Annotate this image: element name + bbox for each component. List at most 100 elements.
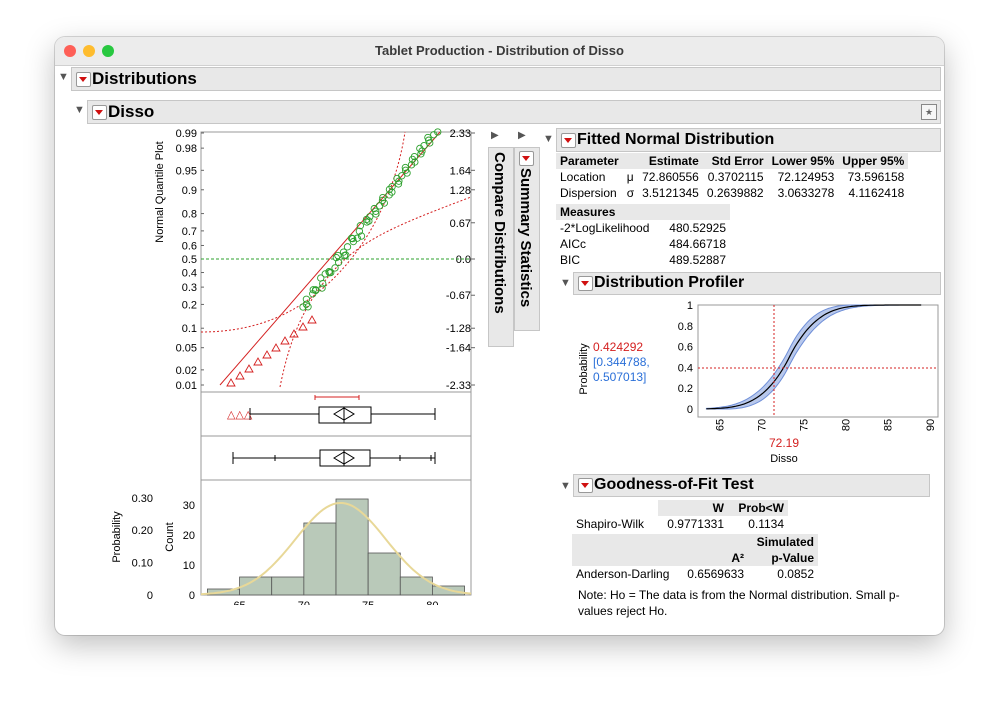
table-row: Anderson-Darling 0.6569633 0.0852 <box>576 567 814 581</box>
prob-tick-label: 0.99 <box>176 128 197 140</box>
table-row: -2*LogLikelihood 480.52925 <box>560 221 726 235</box>
prob-tick-label: 0.2 <box>182 299 197 311</box>
histogram-count-label: Count <box>164 522 176 551</box>
count-tick-label: 0 <box>189 590 195 602</box>
parameter-estimates-table: Parameter Estimate Std Error Lower 95% U… <box>556 153 909 201</box>
column-header: W <box>658 500 728 516</box>
table-row: Dispersion σ 3.5121345 0.2639882 3.063327… <box>560 186 905 200</box>
table-row: Shapiro-Wilk 0.9771331 0.1134 <box>576 517 784 531</box>
box <box>318 406 372 424</box>
prob-tick-label: 0.10 <box>132 558 153 570</box>
column-header: Prob<W <box>728 500 788 516</box>
outlier-markers: △△△ <box>227 409 253 421</box>
goodness-of-fit-header[interactable]: Goodness-of-Fit Test <box>573 474 930 497</box>
prob-tick-label: 0.8 <box>182 209 197 221</box>
shapiro-wilk-table: W Prob<W Shapiro-Wilk 0.9771331 0.1134 <box>572 500 788 532</box>
prob-tick-label: 0.01 <box>176 380 197 392</box>
profiler-x-tick: 85 <box>883 419 895 431</box>
prob-tick-label: 0.5 <box>182 254 197 266</box>
x-tick-label: 75 <box>362 600 374 605</box>
z-tick-label: -1.64 <box>446 343 471 355</box>
distributions-header[interactable]: Distributions <box>71 67 941 91</box>
disclosure-triangle-icon[interactable]: ▼ <box>74 104 85 116</box>
prob-tick-label: 0 <box>147 590 153 602</box>
z-tick-label: 2.33 <box>450 128 471 140</box>
table-row: AICc 484.66718 <box>560 237 726 251</box>
prob-axis-ticks: 0.99 0.98 0.95 0.9 0.8 0.7 0.6 0.5 0.4 0.3 0.2 0.1 0… <box>176 128 204 392</box>
red-triangle-menu-icon[interactable] <box>76 72 91 87</box>
histogram-bar <box>271 576 305 596</box>
profiler-x-tick: 65 <box>714 419 726 431</box>
histogram-bar <box>303 522 337 596</box>
profiler-y-tick: 0.8 <box>678 321 693 333</box>
compare-distributions-outline[interactable]: Compare Distributions <box>488 147 514 347</box>
distributions-title: Distributions <box>92 69 197 88</box>
disclosure-triangle-icon[interactable]: ▼ <box>58 71 69 83</box>
count-tick-label: 30 <box>183 500 195 512</box>
prob-tick-label: 0.95 <box>176 165 197 177</box>
profiler-x-tick: 70 <box>756 419 768 431</box>
disclosure-triangle-icon[interactable]: ▼ <box>543 133 554 145</box>
fitted-normal-title: Fitted Normal Distribution <box>577 131 775 148</box>
x-tick-label: 65 <box>233 600 245 605</box>
pin-icon[interactable]: ★ <box>921 104 937 120</box>
red-triangle-menu-icon[interactable] <box>578 276 593 291</box>
red-triangle-menu-icon[interactable] <box>519 151 534 166</box>
compare-distributions-label: Compare Distributions <box>491 152 508 314</box>
profiler-x-tick: 80 <box>841 419 853 431</box>
column-header: Measures <box>560 205 616 219</box>
column-header: Std Error <box>711 154 764 168</box>
prob-tick-label: 0.9 <box>182 185 197 197</box>
prob-tick-label: 0.1 <box>182 323 197 335</box>
quantile-plot-frame <box>200 131 472 393</box>
z-tick-label: -0.67 <box>446 290 471 302</box>
goodness-of-fit-title: Goodness-of-Fit Test <box>594 476 754 493</box>
table-row: Location μ 72.860556 0.3702115 72.124953 … <box>560 170 905 184</box>
z-tick-label: 0.67 <box>450 218 471 230</box>
column-header: p-Value <box>748 550 818 566</box>
summary-statistics-label: Summary Statistics <box>517 168 534 308</box>
prob-tick-label: 0.20 <box>132 525 153 537</box>
prob-tick-label: 0.3 <box>182 282 197 294</box>
profiler-x-tick: 90 <box>925 419 937 431</box>
column-header: Lower 95% <box>771 154 835 168</box>
red-triangle-menu-icon[interactable] <box>578 478 593 493</box>
prob-tick-label: 0.98 <box>176 143 197 155</box>
x-tick-label: 70 <box>298 600 310 605</box>
summary-statistics-outline[interactable]: Summary Statistics <box>514 147 540 331</box>
fitted-normal-header[interactable]: Fitted Normal Distribution <box>556 128 941 152</box>
z-tick-label: -2.33 <box>446 380 471 392</box>
profiler-plot[interactable]: Probability 1 0.8 0.6 0.4 0.2 0 65 70 75 80 85 90 7… <box>573 295 943 475</box>
prob-tick-label: 0.7 <box>182 226 197 238</box>
distribution-plots: Normal Quantile Plot 0.990.980.950.90.80… <box>111 128 475 605</box>
measures-table: Measures -2*LogLikelihood 480.52925 AICc 4… <box>556 204 730 268</box>
title-bar: Tablet Production - Distribution of Diss… <box>55 37 944 66</box>
profiler-x-value: 72.19 <box>769 436 799 450</box>
quantile-plot-ylabel: Normal Quantile Plot <box>154 141 166 243</box>
column-header: A² <box>678 550 748 566</box>
distribution-profiler-header[interactable]: Distribution Profiler <box>573 272 941 295</box>
z-tick-label: 1.64 <box>450 165 471 177</box>
profiler-y-tick: 0.2 <box>678 383 693 395</box>
disso-header[interactable]: Disso ★ <box>87 100 941 124</box>
prob-tick-label: 0.4 <box>182 268 197 280</box>
collapsed-triangle-icon[interactable]: ▶ <box>491 130 499 141</box>
red-triangle-menu-icon[interactable] <box>92 105 107 120</box>
column-header: Upper 95% <box>842 154 905 168</box>
profiler-xlabel: Disso <box>770 453 798 465</box>
prob-tick-label: 0.02 <box>176 365 197 377</box>
prob-tick-label: 0.6 <box>182 240 197 252</box>
profiler-x-tick: 75 <box>798 419 810 431</box>
profiler-y-tick: 0.4 <box>678 362 693 374</box>
column-header: Simulated <box>748 534 818 550</box>
disclosure-triangle-icon[interactable]: ▼ <box>560 480 571 492</box>
disclosure-triangle-icon[interactable]: ▼ <box>560 277 571 289</box>
column-header: Parameter <box>560 154 619 168</box>
app-window: Tablet Production - Distribution of Diss… <box>55 37 944 635</box>
count-tick-label: 10 <box>183 560 195 572</box>
prob-tick-label: 0.30 <box>132 493 153 505</box>
collapsed-triangle-icon[interactable]: ▶ <box>518 130 526 141</box>
red-triangle-menu-icon[interactable] <box>561 133 576 148</box>
z-tick-label: 0.0 <box>456 254 471 266</box>
window-title: Tablet Production - Distribution of Diss… <box>375 43 624 58</box>
